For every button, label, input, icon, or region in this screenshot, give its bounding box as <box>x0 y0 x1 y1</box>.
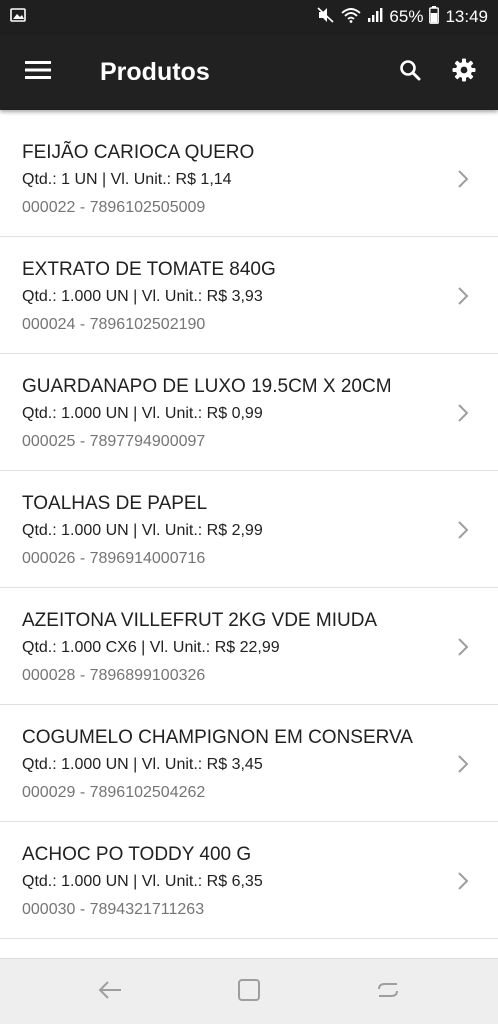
product-name: EXTRATO DE TOMATE 840G <box>22 259 276 280</box>
product-list: FEIJÃO CARIOCA QUERO Qtd.: 1 UN | Vl. Un… <box>0 110 498 939</box>
search-button[interactable] <box>396 58 424 86</box>
clock: 13:49 <box>445 7 488 26</box>
search-icon <box>399 59 421 86</box>
product-details: Qtd.: 1.000 UN | Vl. Unit.: R$ 0,99 <box>22 405 263 422</box>
home-icon <box>237 978 261 1007</box>
product-details: Qtd.: 1.000 UN | Vl. Unit.: R$ 3,45 <box>22 756 263 773</box>
settings-button[interactable] <box>450 58 478 86</box>
product-name: ACHOC PO TODDY 400 G <box>22 844 252 865</box>
product-details: Qtd.: 1.000 CX6 | Vl. Unit.: R$ 22,99 <box>22 639 280 656</box>
product-item[interactable]: ACHOC PO TODDY 400 G Qtd.: 1.000 UN | Vl… <box>0 822 498 939</box>
product-code: 000022 - 7896102505009 <box>22 199 206 216</box>
chevron-right-icon <box>458 170 469 188</box>
app-bar: Produtos <box>0 34 498 110</box>
product-name: COGUMELO CHAMPIGNON EM CONSERVA <box>22 727 413 748</box>
product-details: Qtd.: 1.000 UN | Vl. Unit.: R$ 3,93 <box>22 288 263 305</box>
image-icon <box>10 7 26 27</box>
product-code: 000029 - 7896102504262 <box>22 784 206 801</box>
product-name: AZEITONA VILLEFRUT 2KG VDE MIUDA <box>22 610 378 631</box>
product-code: 000030 - 7894321711263 <box>22 901 205 918</box>
page-title: Produtos <box>100 58 210 86</box>
product-code: 000025 - 7897794900097 <box>22 433 206 450</box>
product-details: Qtd.: 1 UN | Vl. Unit.: R$ 1,14 <box>22 171 232 188</box>
recent-apps-icon <box>375 979 401 1006</box>
chevron-right-icon <box>458 404 469 422</box>
menu-icon <box>25 60 51 85</box>
product-item[interactable]: AZEITONA VILLEFRUT 2KG VDE MIUDA Qtd.: 1… <box>0 588 498 705</box>
product-code: 000028 - 7896899100326 <box>22 667 206 684</box>
product-details: Qtd.: 1.000 UN | Vl. Unit.: R$ 2,99 <box>22 522 263 539</box>
product-code: 000026 - 7896914000716 <box>22 550 206 567</box>
signal-icon <box>367 7 383 28</box>
chevron-right-icon <box>458 521 469 539</box>
status-right: 65% 13:49 <box>317 5 488 29</box>
battery-level: 65% <box>389 7 424 26</box>
back-button[interactable] <box>95 977 125 1007</box>
home-button[interactable] <box>234 977 264 1007</box>
product-name: GUARDANAPO DE LUXO 19.5CM X 20CM <box>22 376 392 397</box>
chevron-right-icon <box>458 872 469 890</box>
product-name: FEIJÃO CARIOCA QUERO <box>22 142 255 163</box>
product-name: TOALHAS DE PAPEL <box>22 493 208 514</box>
system-nav-bar <box>0 958 498 1024</box>
chevron-right-icon <box>458 638 469 656</box>
product-item[interactable]: TOALHAS DE PAPEL Qtd.: 1.000 UN | Vl. Un… <box>0 471 498 588</box>
product-item[interactable]: COGUMELO CHAMPIGNON EM CONSERVA Qtd.: 1.… <box>0 705 498 822</box>
mute-icon <box>317 6 335 28</box>
product-item[interactable]: FEIJÃO CARIOCA QUERO Qtd.: 1 UN | Vl. Un… <box>0 120 498 237</box>
product-details: Qtd.: 1.000 UN | Vl. Unit.: R$ 6,35 <box>22 873 263 890</box>
status-bar: 65% 13:49 <box>0 0 498 34</box>
product-item[interactable]: EXTRATO DE TOMATE 840G Qtd.: 1.000 UN | … <box>0 237 498 354</box>
chevron-right-icon <box>458 755 469 773</box>
menu-button[interactable] <box>24 58 52 86</box>
settings-icon <box>452 58 476 87</box>
back-icon <box>97 979 123 1006</box>
chevron-right-icon <box>458 287 469 305</box>
wifi-icon <box>341 7 362 28</box>
battery-icon <box>429 5 440 29</box>
product-item[interactable]: GUARDANAPO DE LUXO 19.5CM X 20CM Qtd.: 1… <box>0 354 498 471</box>
product-code: 000024 - 7896102502190 <box>22 316 206 333</box>
status-left <box>10 7 317 27</box>
recent-apps-button[interactable] <box>373 977 403 1007</box>
